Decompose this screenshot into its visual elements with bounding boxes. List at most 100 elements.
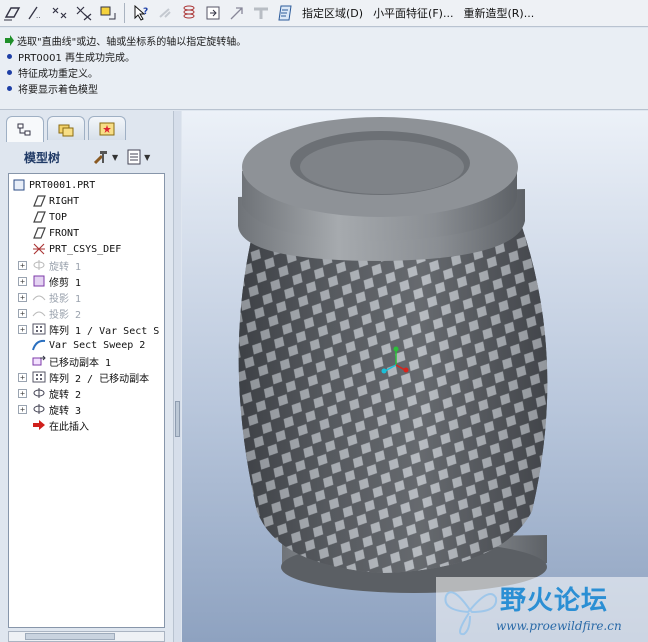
top-cap-hole (300, 140, 464, 194)
expand-toggle-icon[interactable]: + (18, 260, 27, 270)
trim-icon (32, 274, 46, 288)
tree-node[interactable]: 已移动副本 1 (32, 353, 111, 369)
expand-toggle-icon[interactable]: + (18, 276, 27, 286)
specify-area-command[interactable]: 指定区域(D) (302, 5, 363, 21)
expand-toggle-icon[interactable]: + (18, 324, 27, 334)
butterfly-logo-icon (444, 591, 498, 636)
restyle-command[interactable]: 重新造型(R)... (463, 5, 534, 21)
sketch-fit-icon[interactable] (98, 3, 118, 23)
info-bullet-icon (7, 69, 12, 75)
revolve-icon (32, 402, 46, 416)
message-area: 选取"直曲线"或边、轴或坐标系的轴以指定旋转轴。 PRT0001 再生成功完成。… (0, 28, 648, 110)
sketch-axes-icon[interactable] (74, 3, 94, 23)
tree-node-root[interactable]: PRT0001.PRT (12, 177, 95, 193)
tree-node-label: 修剪 1 (49, 277, 82, 289)
proe-window: ·· ? 指定区域(D) 小平面特征(F)... 重新造型(R)... 选取"直… (0, 0, 648, 642)
svg-text:?: ? (143, 7, 148, 17)
datum-plane-icon (32, 210, 46, 224)
tree-node[interactable]: + 阵列 2 / 已移动副本 (18, 369, 150, 385)
message-text: 选取"直曲线"或边、轴或坐标系的轴以指定旋转轴。 (17, 36, 247, 48)
tree-node[interactable]: + 旋转 2 (18, 385, 82, 401)
insert-here-arrow-icon (32, 418, 46, 432)
revolve-icon (32, 258, 46, 272)
splitter-grip[interactable] (175, 401, 180, 437)
tree-node-insert-here[interactable]: 在此插入 (32, 417, 89, 433)
tree-show-button[interactable]: ▼ (126, 148, 150, 166)
message-line: 特征成功重定义。 (4, 64, 648, 80)
forum-watermark: 野火论坛 www.proewildfire.cn (436, 577, 648, 642)
datum-plane-icon (32, 194, 46, 208)
spring-feature-icon[interactable] (179, 3, 199, 23)
tree-node[interactable]: FRONT (32, 225, 79, 241)
document-edit-icon[interactable] (275, 3, 295, 23)
message-line: PRT0001 再生成功完成。 (4, 48, 648, 64)
sketch-plane-icon[interactable] (2, 3, 22, 23)
sketch-line-icon[interactable]: ·· (26, 3, 46, 23)
tree-tab[interactable] (6, 116, 44, 142)
tree-node-label: FRONT (49, 227, 80, 239)
tree-node-label: 旋转 2 (49, 389, 82, 401)
chevron-down-icon: ▼ (144, 152, 151, 162)
moved-copy-icon (32, 354, 46, 368)
model-tree-tab-icon (17, 123, 31, 135)
tree-node[interactable]: + 旋转 1 (18, 257, 82, 273)
layers-tab[interactable] (47, 116, 85, 140)
expand-toggle-icon[interactable]: + (18, 292, 27, 302)
flat-tool-icon[interactable] (251, 3, 271, 23)
pattern-icon (32, 322, 46, 336)
expand-toggle-icon[interactable]: + (18, 308, 27, 318)
expand-toggle-icon[interactable]: + (18, 372, 27, 382)
watermark-url: www.proewildfire.cn (496, 619, 622, 633)
graphics-viewport[interactable] (182, 111, 648, 642)
tree-node-label: 旋转 3 (49, 405, 82, 417)
tree-node[interactable]: Var Sect Sweep 2 (32, 337, 145, 353)
panel-splitter[interactable] (173, 111, 181, 642)
sketch-points-icon[interactable] (50, 3, 70, 23)
csys-icon (32, 242, 46, 256)
revolve-icon (32, 386, 46, 400)
tree-node-label: TOP (49, 211, 68, 223)
message-line: 选取"直曲线"或边、轴或坐标系的轴以指定旋转轴。 (4, 32, 648, 48)
tree-node[interactable]: + 旋转 3 (18, 401, 82, 417)
disabled-tool-icon[interactable] (155, 3, 175, 23)
insert-icon[interactable] (203, 3, 223, 23)
scrollbar-thumb[interactable] (25, 633, 115, 640)
tree-node-label: 阵列 2 / 已移动副本 (49, 373, 150, 385)
tree-node[interactable]: + 修剪 1 (18, 273, 82, 289)
arrow-tool-icon[interactable] (227, 3, 247, 23)
expand-toggle-icon[interactable]: + (18, 388, 27, 398)
watermark-brand: 野火论坛 (500, 586, 609, 616)
tree-node-label: 在此插入 (49, 421, 89, 433)
tree-horizontal-scrollbar[interactable] (8, 631, 165, 642)
tree-node-label: 阵列 1 / Var Sect S (49, 325, 160, 337)
tools-icon (93, 151, 107, 165)
message-text: 将要显示着色模型 (18, 84, 98, 96)
tree-node[interactable]: PRT_CSYS_DEF (32, 241, 121, 257)
svg-text:··: ·· (36, 14, 40, 21)
datum-plane-icon (32, 226, 46, 240)
part-icon (12, 178, 26, 192)
tree-node-label: 投影 1 (49, 293, 82, 305)
tree-node[interactable]: + 投影 1 (18, 289, 82, 305)
projection-icon (32, 306, 46, 320)
tree-settings-button[interactable]: ▼ (92, 148, 118, 166)
tree-node-label: 旋转 1 (49, 261, 82, 273)
tree-node[interactable]: RIGHT (32, 193, 79, 209)
prompt-arrow-icon (5, 34, 14, 46)
facet-feature-command[interactable]: 小平面特征(F)... (373, 5, 453, 21)
pattern-icon (32, 370, 46, 384)
favorites-tab-icon (99, 122, 115, 135)
tree-node[interactable]: + 投影 2 (18, 305, 82, 321)
feature-toolbar: ·· ? 指定区域(D) 小平面特征(F)... 重新造型(R)... (0, 0, 648, 27)
navigator-tabs (6, 116, 129, 142)
message-line: 将要显示着色模型 (4, 80, 648, 96)
tree-node[interactable]: TOP (32, 209, 67, 225)
tree-node-label: 投影 2 (49, 309, 82, 321)
show-list-icon (127, 149, 141, 165)
expand-toggle-icon[interactable]: + (18, 404, 27, 414)
tree-node-label: 已移动副本 1 (49, 357, 112, 369)
help-pointer-icon[interactable]: ? (131, 3, 151, 23)
tree-node[interactable]: + 阵列 1 / Var Sect S (18, 321, 160, 337)
favorites-tab[interactable] (88, 116, 126, 140)
info-bullet-icon (7, 85, 12, 91)
